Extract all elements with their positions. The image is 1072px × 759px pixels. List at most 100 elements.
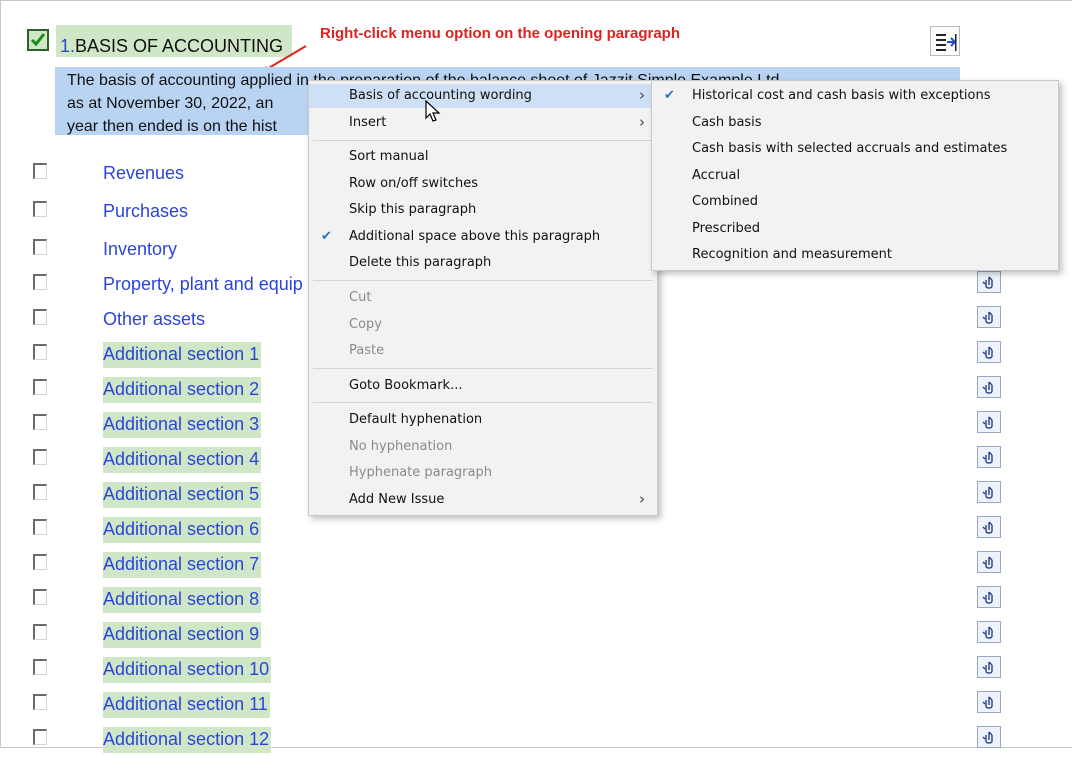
menu-item-skip-paragraph[interactable]: Skip this paragraph <box>309 198 657 222</box>
section-link[interactable]: Additional section 2 <box>103 377 262 403</box>
submenu-item-historical-cost[interactable]: ✔ Historical cost and cash basis with ex… <box>652 84 1058 108</box>
menu-item-label: No hyphenation <box>349 439 453 454</box>
section-row-checkbox[interactable] <box>33 239 47 255</box>
edit-hand-icon <box>982 416 993 429</box>
section-edit-button[interactable] <box>977 726 1001 748</box>
menu-item-label: Row on/off switches <box>349 176 479 191</box>
menu-item-label: Skip this paragraph <box>349 202 477 217</box>
section-link[interactable]: Additional section 6 <box>103 517 262 543</box>
section-link[interactable]: Additional section 4 <box>103 447 262 473</box>
menu-separator <box>313 140 653 141</box>
chevron-right-icon: › <box>639 113 645 131</box>
section-edit-button[interactable] <box>977 516 1001 538</box>
section-link[interactable]: Revenues <box>103 161 186 187</box>
section-row-checkbox[interactable] <box>33 554 47 570</box>
section-link[interactable]: Additional section 5 <box>103 482 262 508</box>
submenu-item-label: Accrual <box>692 168 741 183</box>
section-row-checkbox[interactable] <box>33 379 47 395</box>
menu-separator <box>313 368 653 369</box>
section-edit-button[interactable] <box>977 446 1001 468</box>
menu-item-add-new-issue[interactable]: Add New Issue › <box>309 488 657 512</box>
section-row-checkbox[interactable] <box>33 659 47 675</box>
submenu-item-cash-basis-accruals[interactable]: Cash basis with selected accruals and es… <box>652 137 1058 161</box>
menu-item-hyphenate-paragraph[interactable]: Hyphenate paragraph <box>309 461 657 485</box>
menu-item-cut[interactable]: Cut <box>309 286 657 310</box>
submenu-item-accrual[interactable]: Accrual <box>652 164 1058 188</box>
menu-item-insert[interactable]: Insert › <box>309 111 657 135</box>
section-edit-button[interactable] <box>977 411 1001 433</box>
section-row: Additional section 7 <box>0 551 1072 584</box>
section-row: Additional section 11 <box>0 691 1072 724</box>
menu-item-row-switches[interactable]: Row on/off switches <box>309 172 657 196</box>
indent-arrow-icon <box>936 34 957 51</box>
edit-hand-icon <box>982 346 993 359</box>
section-edit-button[interactable] <box>977 551 1001 573</box>
menu-item-paste[interactable]: Paste <box>309 339 657 363</box>
section-row-checkbox[interactable] <box>33 589 47 605</box>
check-icon: ✔ <box>321 229 332 244</box>
section-row-checkbox[interactable] <box>33 414 47 430</box>
menu-item-copy[interactable]: Copy <box>309 313 657 337</box>
section-row-checkbox[interactable] <box>33 729 47 745</box>
edit-hand-icon <box>982 591 993 604</box>
menu-item-label: Add New Issue <box>349 492 445 507</box>
section-row-checkbox[interactable] <box>33 484 47 500</box>
section-row-checkbox[interactable] <box>33 449 47 465</box>
submenu-item-combined[interactable]: Combined <box>652 190 1058 214</box>
section-link[interactable]: Other assets <box>103 307 207 333</box>
section-number: 1. <box>60 36 76 56</box>
section-link[interactable]: Inventory <box>103 237 179 263</box>
section-row-checkbox[interactable] <box>33 163 47 179</box>
submenu-item-label: Recognition and measurement <box>692 247 892 262</box>
menu-item-no-hyphenation[interactable]: No hyphenation <box>309 435 657 459</box>
menu-item-additional-space[interactable]: ✔ Additional space above this paragraph <box>309 225 657 249</box>
section-link[interactable]: Additional section 10 <box>103 657 272 683</box>
submenu-item-label: Historical cost and cash basis with exce… <box>692 88 991 103</box>
menu-item-basis-of-accounting-wording[interactable]: Basis of accounting wording › <box>309 84 657 108</box>
section-link[interactable]: Additional section 1 <box>103 342 262 368</box>
section-link[interactable]: Additional section 12 <box>103 727 272 753</box>
annotation-callout: Right-click menu option on the opening p… <box>320 25 680 42</box>
section-include-checkbox[interactable] <box>27 29 49 51</box>
section-edit-button[interactable] <box>977 691 1001 713</box>
section-link[interactable]: Additional section 9 <box>103 622 262 648</box>
submenu-item-cash-basis[interactable]: Cash basis <box>652 111 1058 135</box>
section-edit-button[interactable] <box>977 376 1001 398</box>
section-link[interactable]: Additional section 7 <box>103 552 262 578</box>
menu-item-delete-paragraph[interactable]: Delete this paragraph <box>309 251 657 275</box>
menu-item-default-hyphenation[interactable]: Default hyphenation <box>309 408 657 432</box>
section-edit-button[interactable] <box>977 656 1001 678</box>
section-row-checkbox[interactable] <box>33 519 47 535</box>
menu-item-label: Cut <box>349 290 372 305</box>
section-edit-button[interactable] <box>977 306 1001 328</box>
section-edit-button[interactable] <box>977 481 1001 503</box>
edit-hand-icon <box>982 451 993 464</box>
section-link[interactable]: Property, plant and equip <box>103 272 305 298</box>
section-row: Additional section 6 <box>0 516 1072 549</box>
submenu-item-label: Cash basis <box>692 115 762 130</box>
menu-separator <box>313 402 653 403</box>
submenu-item-prescribed[interactable]: Prescribed <box>652 217 1058 241</box>
section-link[interactable]: Additional section 3 <box>103 412 262 438</box>
section-row-checkbox[interactable] <box>33 694 47 710</box>
section-edit-button[interactable] <box>977 271 1001 293</box>
section-edit-button[interactable] <box>977 586 1001 608</box>
section-link[interactable]: Additional section 11 <box>103 692 270 718</box>
section-row-checkbox[interactable] <box>33 344 47 360</box>
section-edit-button[interactable] <box>977 621 1001 643</box>
mouse-pointer-icon <box>425 100 441 122</box>
edit-hand-icon <box>982 661 993 674</box>
menu-separator <box>313 280 653 281</box>
menu-item-goto-bookmark[interactable]: Goto Bookmark... <box>309 374 657 398</box>
section-row-checkbox[interactable] <box>33 309 47 325</box>
submenu-item-recognition-measurement[interactable]: Recognition and measurement <box>652 243 1058 267</box>
section-row-checkbox[interactable] <box>33 274 47 290</box>
section-row-checkbox[interactable] <box>33 624 47 640</box>
section-link[interactable]: Purchases <box>103 199 190 225</box>
menu-item-sort-manual[interactable]: Sort manual <box>309 145 657 169</box>
section-link[interactable]: Additional section 8 <box>103 587 262 613</box>
paragraph-format-button[interactable] <box>930 26 960 56</box>
edit-hand-icon <box>982 556 993 569</box>
section-edit-button[interactable] <box>977 341 1001 363</box>
section-row-checkbox[interactable] <box>33 201 47 217</box>
